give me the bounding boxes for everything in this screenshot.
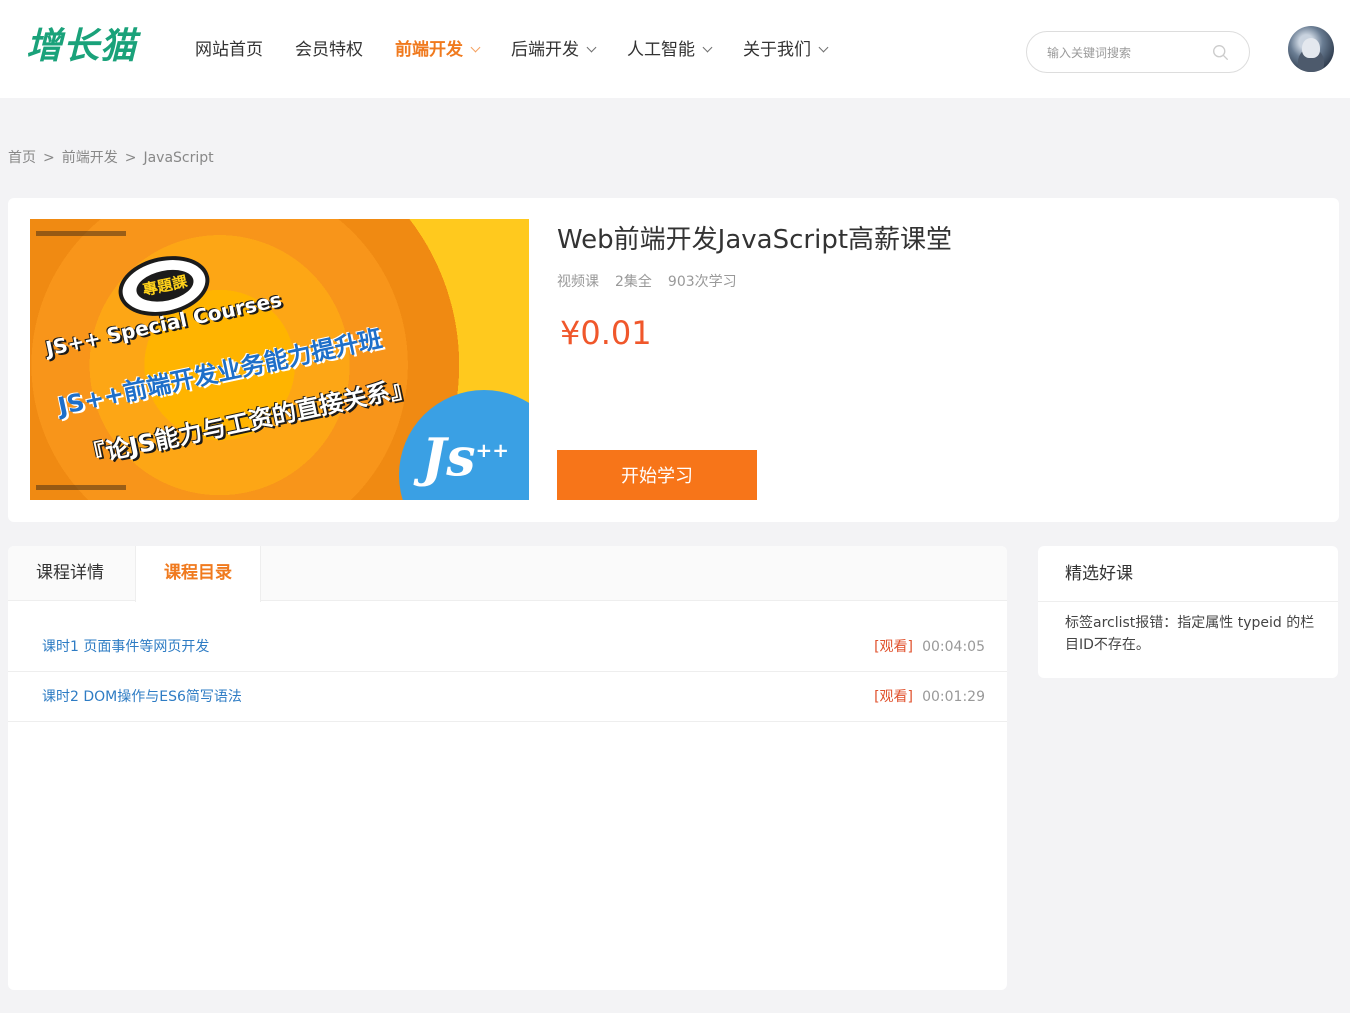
lesson-name[interactable]: 课时2 DOM操作与ES6简写语法 <box>42 687 242 707</box>
start-learning-button[interactable]: 开始学习 <box>557 450 757 500</box>
lesson-row[interactable]: 课时2 DOM操作与ES6简写语法 [观看] 00:01:29 <box>8 672 1007 722</box>
course-type: 视频课 <box>557 274 599 290</box>
nav-item-vip[interactable]: 会员特权 <box>295 36 363 64</box>
tab-bar: 课程详情 课程目录 <box>8 546 1007 602</box>
nav-item-home[interactable]: 网站首页 <box>195 36 263 64</box>
user-avatar[interactable] <box>1288 26 1334 72</box>
chevron-down-icon <box>586 42 597 53</box>
site-logo[interactable]: 增长猫 <box>26 24 137 70</box>
breadcrumb: 首页 > 前端开发 > JavaScript <box>8 148 214 168</box>
search-icon[interactable] <box>1212 44 1229 61</box>
course-views: 903次学习 <box>667 274 737 290</box>
nav-item-backend[interactable]: 后端开发 <box>511 36 597 64</box>
lesson-duration: 00:04:05 <box>922 639 985 655</box>
lesson-duration: 00:01:29 <box>922 689 985 705</box>
breadcrumb-frontend[interactable]: 前端开发 <box>62 148 118 168</box>
course-title: Web前端开发JavaScript高薪课堂 <box>557 225 953 255</box>
cover-js-logo: Js++ <box>421 427 509 488</box>
tab-course-details[interactable]: 课程详情 <box>8 546 132 601</box>
featured-courses-error: 标签arclist报错：指定属性 typeid 的栏目ID不存在。 <box>1065 615 1315 653</box>
course-tab-panel: 课程详情 课程目录 课时1 页面事件等网页开发 [观看] 00:04:05 课时… <box>8 546 1007 990</box>
nav-item-about[interactable]: 关于我们 <box>743 36 829 64</box>
course-episodes: 2集全 <box>615 274 652 290</box>
featured-courses-title: 精选好课 <box>1038 546 1338 602</box>
site-header: 增长猫 网站首页 会员特权 前端开发 后端开发 人工智能 关于我们 <box>0 0 1350 98</box>
watch-link[interactable]: [观看] <box>874 637 913 657</box>
tab-course-catalog[interactable]: 课程目录 <box>135 546 261 602</box>
breadcrumb-separator: > <box>124 150 137 166</box>
watch-link[interactable]: [观看] <box>874 687 913 707</box>
chevron-down-icon <box>702 42 713 53</box>
main-nav: 网站首页 会员特权 前端开发 后端开发 人工智能 关于我们 <box>195 36 859 64</box>
course-price: ¥0.01 <box>560 314 652 352</box>
breadcrumb-current: JavaScript <box>143 150 214 166</box>
cover-stripe <box>36 485 126 490</box>
cover-stripe <box>36 231 126 236</box>
breadcrumb-home[interactable]: 首页 <box>8 148 36 168</box>
course-meta: 视频课 2集全 903次学习 <box>557 270 753 294</box>
breadcrumb-separator: > <box>43 150 55 166</box>
chevron-down-icon <box>818 42 829 53</box>
course-card: 專題課 JS++ Special Courses JS++前端开发业务能力提升班… <box>8 198 1339 522</box>
nav-item-ai[interactable]: 人工智能 <box>627 36 713 64</box>
lesson-row[interactable]: 课时1 页面事件等网页开发 [观看] 00:04:05 <box>8 622 1007 672</box>
course-cover-image: 專題課 JS++ Special Courses JS++前端开发业务能力提升班… <box>30 219 529 500</box>
nav-item-frontend[interactable]: 前端开发 <box>395 36 481 64</box>
search-box <box>1026 31 1250 73</box>
chevron-down-icon <box>470 42 481 53</box>
lesson-name[interactable]: 课时1 页面事件等网页开发 <box>42 637 209 657</box>
search-input[interactable] <box>1047 42 1207 64</box>
featured-courses-box: 精选好课 标签arclist报错：指定属性 typeid 的栏目ID不存在。 <box>1038 546 1338 678</box>
